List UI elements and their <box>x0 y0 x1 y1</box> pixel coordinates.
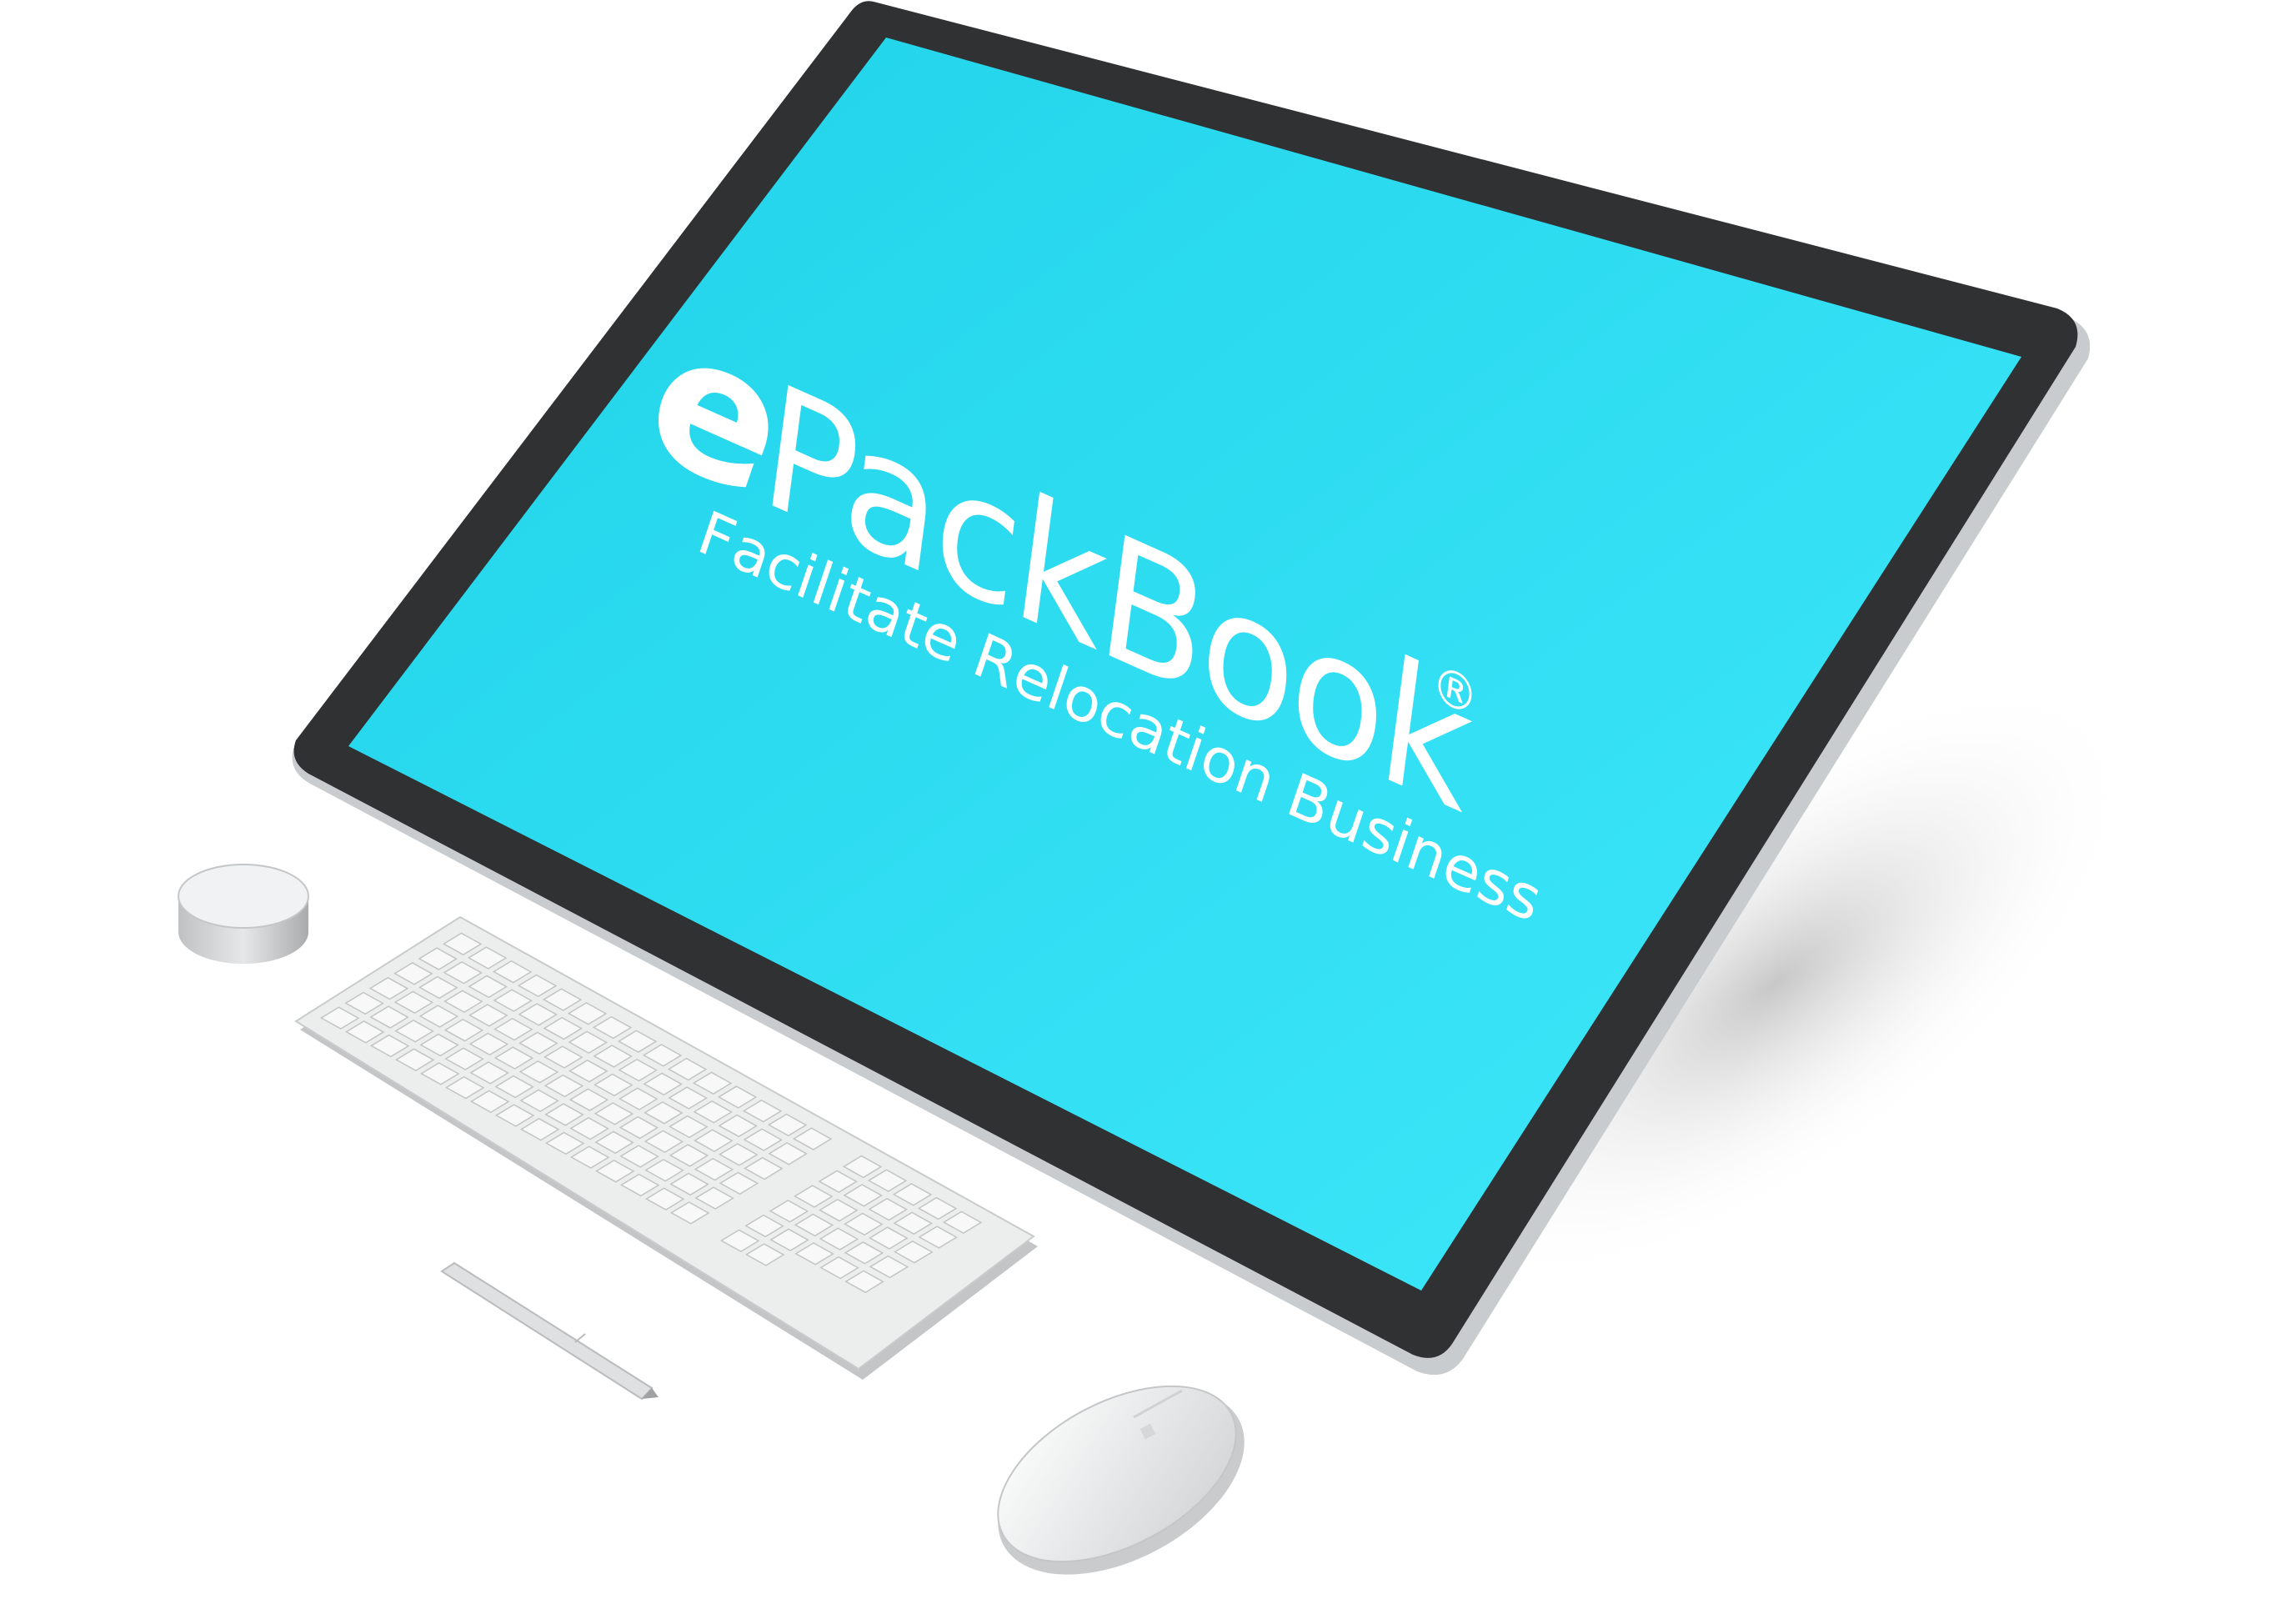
mockup-svg: e PackBook ® Facilitate Relocation Busin… <box>178 1 2136 1575</box>
stylus-pen <box>440 1261 659 1401</box>
surface-dial <box>178 864 309 964</box>
device-mockup-scene: e PackBook ® Facilitate Relocation Busin… <box>0 0 2294 1620</box>
mouse <box>997 1385 1245 1575</box>
